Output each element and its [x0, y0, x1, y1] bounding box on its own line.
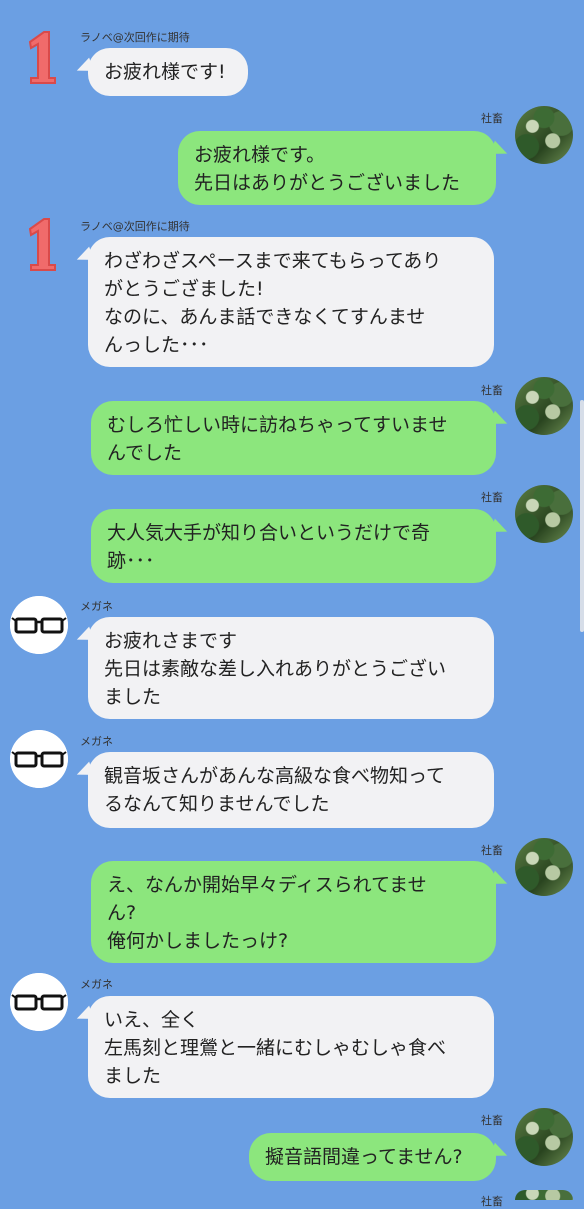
glasses-icon[interactable] — [10, 973, 68, 1031]
scrollbar-thumb[interactable] — [580, 400, 584, 632]
sender-name: 社畜 — [481, 1114, 503, 1127]
sender-name: 社畜 — [481, 384, 503, 397]
sender-name: メガネ — [80, 978, 113, 991]
sender-name: 社畜 — [481, 844, 503, 857]
message-bubble[interactable]: え、なんか開始早々ディスられてませ ん? 俺何かしましたっけ? — [91, 861, 496, 963]
message-bubble[interactable]: 観音坂さんがあんな高級な食べ物知って るなんて知りませんでした — [88, 752, 494, 828]
message-bubble[interactable]: お疲れさまです 先日は素敵な差し入れありがとうござい ました — [88, 617, 494, 719]
message-bubble[interactable]: むしろ忙しい時に訪ねちゃってすいませ んでした — [91, 401, 496, 475]
chat-log[interactable]: ラノベ@次回作に期待 お疲れ様です! 社畜 お疲れ様です。 先日はありがとうござ… — [0, 0, 584, 1208]
number-one-icon[interactable] — [22, 28, 62, 86]
message-bubble[interactable]: お疲れ様です。 先日はありがとうございました — [178, 131, 496, 205]
sender-name: 社畜 — [481, 1195, 503, 1208]
number-one-icon[interactable] — [22, 215, 62, 273]
sender-name: 社畜 — [481, 112, 503, 125]
message-bubble[interactable]: 大人気大手が知り合いというだけで奇 跡･･･ — [91, 509, 496, 583]
forest-avatar[interactable] — [515, 1190, 573, 1200]
forest-avatar[interactable] — [515, 1108, 573, 1166]
glasses-icon[interactable] — [10, 596, 68, 654]
sender-name: 社畜 — [481, 491, 503, 504]
forest-avatar[interactable] — [515, 485, 573, 543]
message-bubble[interactable]: いえ、全く 左馬刻と理鶯と一緒にむしゃむしゃ食べ ました — [88, 996, 494, 1098]
forest-avatar[interactable] — [515, 106, 573, 164]
glasses-icon[interactable] — [10, 730, 68, 788]
forest-avatar[interactable] — [515, 838, 573, 896]
sender-name: メガネ — [80, 600, 113, 613]
message-bubble[interactable]: お疲れ様です! — [88, 48, 248, 96]
message-bubble[interactable]: わざわざスペースまで来てもらってあり がとうござました! なのに、あんま話できな… — [88, 237, 494, 367]
message-bubble[interactable]: 擬音語間違ってません? — [249, 1133, 496, 1181]
sender-name: ラノベ@次回作に期待 — [80, 31, 190, 44]
sender-name: ラノベ@次回作に期待 — [80, 220, 190, 233]
sender-name: メガネ — [80, 735, 113, 748]
forest-avatar[interactable] — [515, 377, 573, 435]
